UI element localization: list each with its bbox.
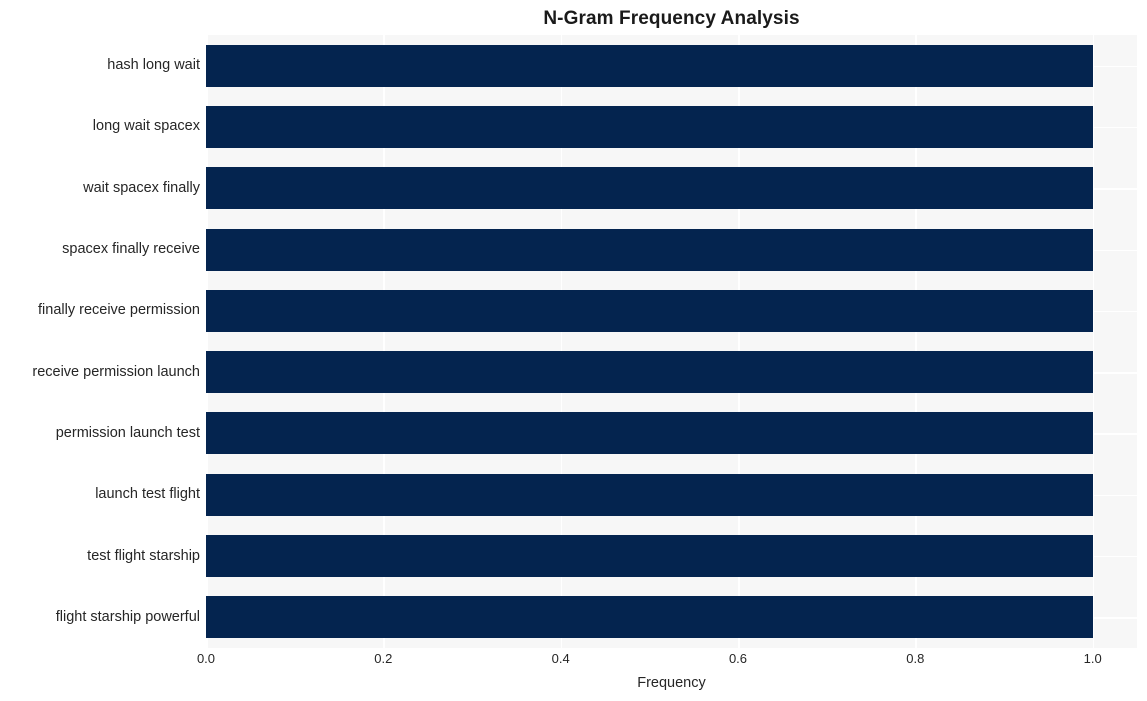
y-axis-tick-label: flight starship powerful — [55, 608, 200, 625]
bar — [206, 412, 1093, 455]
bar — [206, 44, 1093, 87]
x-axis-tick-label: 0.8 — [906, 651, 925, 666]
bar — [206, 473, 1093, 516]
bar — [206, 351, 1093, 394]
x-axis-tick-label: 0.6 — [728, 651, 748, 666]
chart-title: N-Gram Frequency Analysis — [543, 8, 800, 29]
y-axis-tick-label: permission launch test — [55, 424, 200, 441]
y-axis-tick-label: launch test flight — [95, 486, 200, 503]
ngram-frequency-chart: N-Gram Frequency Analysis hash long wait… — [0, 0, 1147, 701]
x-axis-tick-label: 1.0 — [1083, 651, 1102, 666]
bar — [206, 105, 1093, 148]
y-axis-tick-label: spacex finally receive — [62, 241, 200, 258]
x-axis-tick-label: 0.0 — [196, 651, 216, 666]
y-axis-tick-labels: hash long wait long wait spacex wait space… — [0, 35, 200, 648]
y-axis-tick-label: wait spacex finally — [83, 179, 200, 196]
vertical-gridline — [1092, 35, 1095, 648]
x-axis-tick-labels: 0.0 0.2 0.4 0.6 0.8 1.0 — [0, 650, 1147, 672]
bar — [206, 596, 1093, 639]
bar — [206, 167, 1093, 210]
y-axis-tick-label: finally receive permission — [38, 302, 200, 319]
plot-area — [206, 35, 1137, 648]
x-axis-label: Frequency — [637, 675, 706, 691]
bar — [206, 228, 1093, 271]
x-axis-tick-label: 0.4 — [551, 651, 570, 666]
y-axis-tick-label: long wait spacex — [92, 118, 200, 135]
y-axis-tick-label: receive permission launch — [32, 363, 200, 380]
y-axis-tick-label: test flight starship — [87, 547, 200, 564]
y-axis-tick-label: hash long wait — [107, 57, 200, 74]
x-axis-tick-label: 0.2 — [374, 651, 393, 666]
bar — [206, 535, 1093, 578]
bar — [206, 289, 1093, 332]
